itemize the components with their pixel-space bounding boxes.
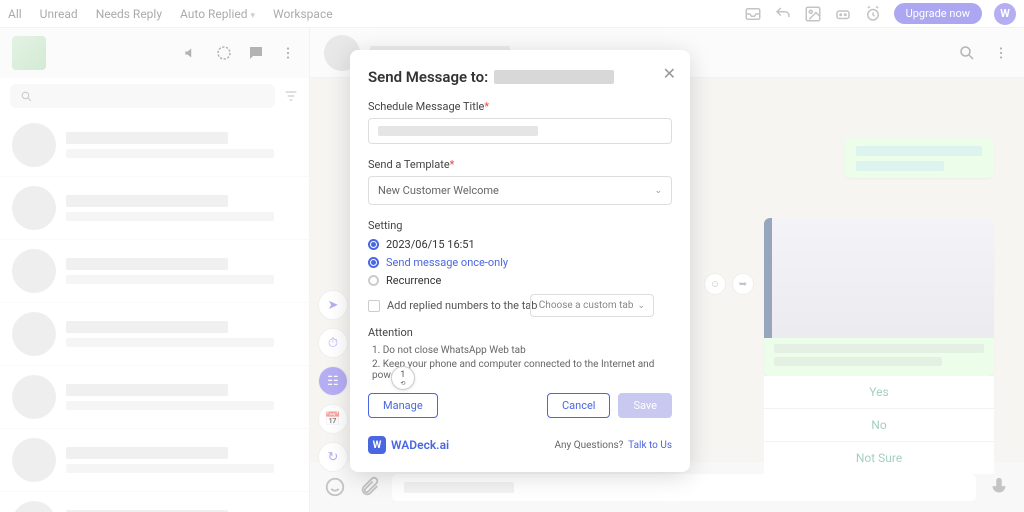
setting-once[interactable]: Send message once-only bbox=[368, 256, 672, 269]
manage-button[interactable]: Manage 1⟲ bbox=[368, 393, 438, 418]
cancel-button[interactable]: Cancel bbox=[547, 393, 610, 418]
modal-title: Send Message to: bbox=[368, 68, 672, 86]
help-text: Any Questions? Talk to Us bbox=[554, 440, 672, 451]
setting-recurrence[interactable]: Recurrence bbox=[368, 274, 672, 287]
tooltip-badge: 1⟲ bbox=[391, 366, 415, 390]
template-label: Send a Template* bbox=[368, 158, 672, 171]
send-message-modal: ✕ Send Message to: Schedule Message Titl… bbox=[350, 50, 690, 472]
custom-tab-select[interactable]: Choose a custom tab⌄ bbox=[530, 294, 654, 317]
save-button[interactable]: Save bbox=[618, 393, 672, 418]
setting-datetime[interactable]: 2023/06/15 16:51 bbox=[368, 238, 672, 251]
add-replied-label: Add replied numbers to the tab bbox=[387, 299, 537, 312]
title-label: Schedule Message Title* bbox=[368, 100, 672, 113]
template-select[interactable]: New Customer Welcome ⌄ bbox=[368, 176, 672, 205]
talk-to-us-link[interactable]: Talk to Us bbox=[628, 440, 672, 451]
attention-heading: Attention bbox=[368, 326, 672, 339]
close-icon[interactable]: ✕ bbox=[663, 64, 676, 83]
add-replied-checkbox[interactable] bbox=[368, 300, 380, 312]
brand-logo: W WADeck.ai bbox=[368, 436, 449, 454]
chevron-down-icon: ⌄ bbox=[654, 186, 662, 196]
setting-heading: Setting bbox=[368, 219, 672, 232]
title-input[interactable] bbox=[368, 118, 672, 144]
